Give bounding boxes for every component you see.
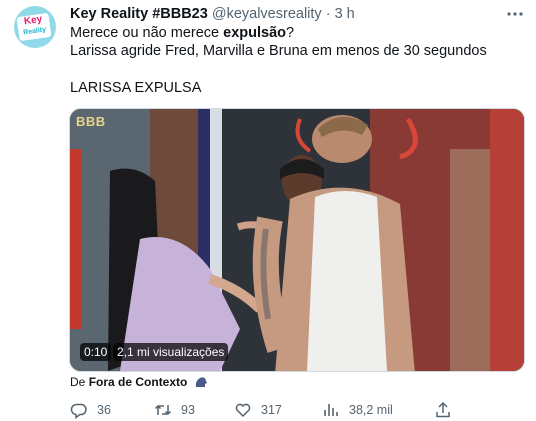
attribution-prefix: De: [70, 375, 89, 389]
more-icon: [507, 12, 523, 16]
attribution-source-link[interactable]: Fora de Contexto: [89, 375, 188, 389]
separator-dot: ·: [325, 6, 331, 22]
timestamp[interactable]: 3 h: [335, 6, 355, 22]
tweet-text-suffix: ?: [286, 25, 295, 41]
video-player[interactable]: BBB 0:10 2,1 mi visualizações: [69, 108, 525, 372]
retweet-button[interactable]: 93: [154, 400, 195, 420]
tweet-text-prefix: Merece ou não merece: [70, 25, 224, 41]
views-button[interactable]: 38,2 mil: [322, 400, 393, 420]
retweet-count: 93: [181, 403, 195, 417]
tweet-text-bold: expulsão: [223, 25, 286, 41]
video-duration-badge: 0:10: [80, 343, 112, 361]
share-button[interactable]: [434, 400, 461, 420]
author-handle[interactable]: @keyalvesreality: [212, 6, 322, 22]
avatar-logo: Key Reality: [16, 12, 52, 42]
like-count: 317: [261, 403, 282, 417]
reply-count: 36: [97, 403, 111, 417]
share-icon: [436, 401, 450, 418]
avatar[interactable]: Key Reality: [14, 6, 56, 48]
avatar-logo-subtext: Reality: [22, 26, 47, 37]
views-icon: [324, 404, 338, 416]
speaking-head-icon: [195, 377, 207, 387]
retweet-icon: [154, 404, 172, 416]
video-views-badge: 2,1 mi visualizações: [113, 343, 229, 361]
author-name[interactable]: Key Reality #BBB23: [70, 6, 208, 22]
tweet-text-line-2: Larissa agride Fred, Marvilla e Bruna em…: [70, 43, 487, 59]
reply-button[interactable]: 36: [70, 400, 111, 420]
like-icon: [235, 403, 251, 418]
tweet-text-line-1: Merece ou não merece expulsão?: [70, 24, 530, 42]
video-frame: [70, 109, 524, 371]
more-button[interactable]: [504, 5, 526, 23]
media-attribution: De Fora de Contexto: [70, 375, 208, 389]
views-count: 38,2 mil: [349, 403, 393, 417]
tweet-text-line-3: LARISSA EXPULSA: [70, 80, 202, 96]
tweet-actions: 36 93 317 38,2 mil: [70, 400, 530, 420]
tweet-header: Key Reality #BBB23 @keyalvesreality · 3 …: [70, 6, 355, 22]
bbb-watermark: BBB: [76, 114, 106, 129]
reply-icon: [70, 403, 87, 419]
like-button[interactable]: 317: [234, 400, 282, 420]
